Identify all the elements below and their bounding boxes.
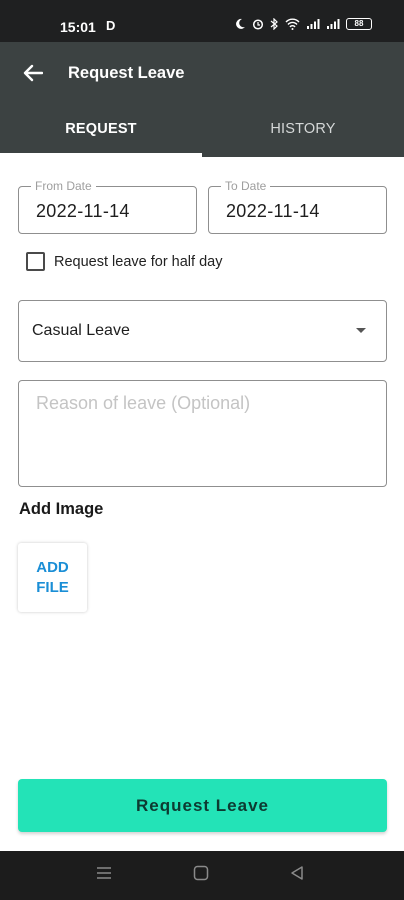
half-day-option[interactable]: Request leave for half day	[26, 252, 222, 271]
arrow-left-icon	[23, 64, 43, 82]
reason-input[interactable]	[18, 380, 387, 487]
request-leave-button[interactable]: Request Leave	[18, 779, 387, 832]
status-time: 15:01	[60, 19, 96, 35]
bluetooth-icon	[270, 18, 278, 30]
add-image-heading: Add Image	[19, 500, 104, 518]
leave-type-value: Casual Leave	[32, 322, 130, 339]
status-bar: 15:01 D 88	[0, 0, 404, 42]
signal-icon	[307, 19, 320, 29]
to-date-value: 2022-11-14	[226, 201, 320, 221]
app-toolbar: Request Leave REQUEST HISTORY	[0, 42, 404, 157]
add-file-button[interactable]: ADD FILE	[18, 543, 87, 612]
alarm-icon	[252, 19, 264, 30]
tab-history-label: HISTORY	[270, 121, 336, 137]
battery-icon: 88	[346, 18, 372, 30]
to-date-field[interactable]: To Date 2022-11-14	[208, 179, 387, 234]
tab-history[interactable]: HISTORY	[202, 110, 404, 157]
request-leave-screen: 15:01 D 88 Request Leave REQUEST HISTORY	[0, 0, 404, 900]
from-date-value: 2022-11-14	[36, 201, 130, 221]
status-extra-glyph: D	[106, 18, 116, 33]
moon-icon	[236, 18, 245, 29]
signal-icon	[327, 19, 340, 29]
status-icons: 88	[234, 18, 372, 30]
back-triangle-icon[interactable]	[289, 865, 305, 881]
half-day-label: Request leave for half day	[54, 253, 223, 270]
tab-active-indicator	[0, 153, 202, 157]
home-square-icon[interactable]	[193, 865, 209, 881]
leave-type-select[interactable]: Casual Leave	[18, 300, 387, 362]
tab-request[interactable]: REQUEST	[0, 110, 202, 157]
half-day-checkbox[interactable]	[26, 252, 45, 271]
from-date-label: From Date	[31, 179, 96, 193]
back-button[interactable]	[18, 58, 48, 88]
tab-request-label: REQUEST	[65, 121, 137, 137]
add-file-label: ADD FILE	[36, 558, 69, 596]
menu-icon[interactable]	[96, 865, 112, 881]
to-date-label: To Date	[221, 179, 271, 193]
wifi-icon	[285, 18, 300, 30]
from-date-field[interactable]: From Date 2022-11-14	[18, 179, 197, 234]
chevron-down-icon	[356, 328, 366, 333]
page-title: Request Leave	[68, 64, 185, 82]
system-nav-bar	[0, 851, 404, 900]
